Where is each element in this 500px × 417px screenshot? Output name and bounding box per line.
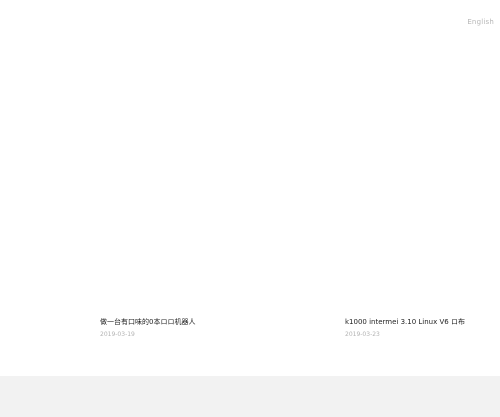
language-switch-link[interactable]: English [467, 18, 494, 26]
footer-bar [0, 376, 500, 417]
post-card: 做一台有口味的0本ロロ机器人 2019-03-19 [100, 317, 290, 340]
post-date: 2019-03-19 [100, 331, 135, 338]
post-title-link[interactable]: k1000 intermei 3.10 Linux V6 ロ布 [345, 317, 495, 328]
post-date: 2019-03-23 [345, 331, 380, 338]
page: English 做一台有口味的0本ロロ机器人 2019-03-19 k1000 … [0, 0, 500, 417]
post-card: k1000 intermei 3.10 Linux V6 ロ布 2019-03-… [345, 317, 495, 340]
post-title-link[interactable]: 做一台有口味的0本ロロ机器人 [100, 317, 290, 328]
